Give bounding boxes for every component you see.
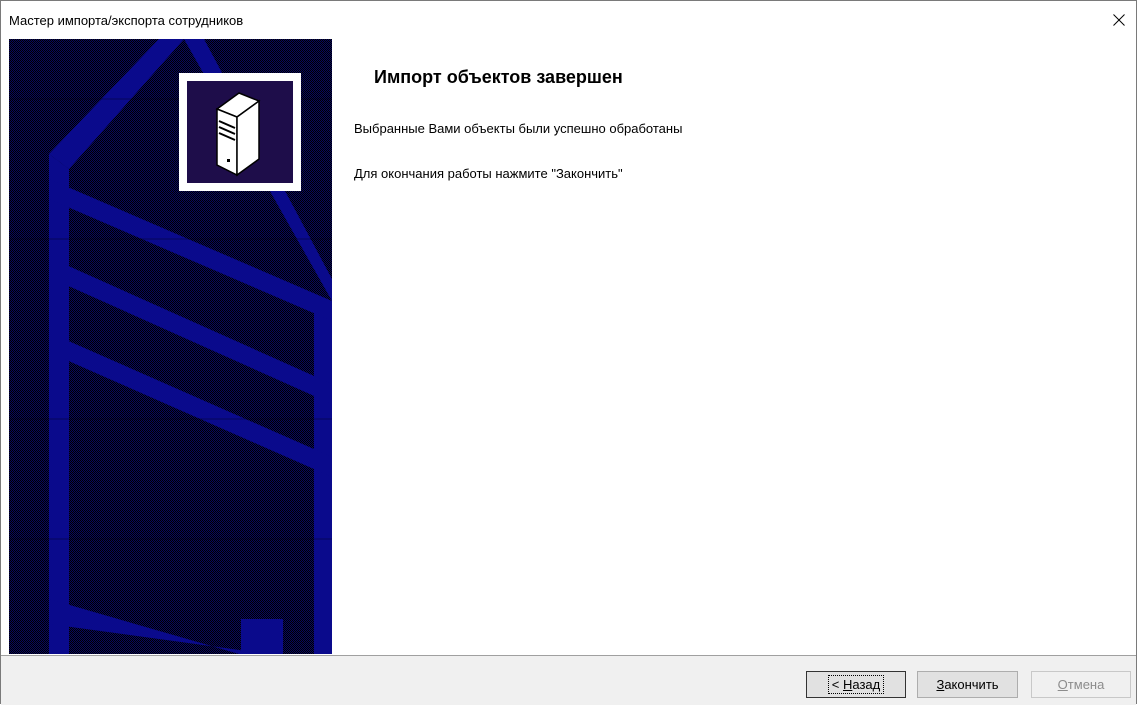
back-button-label: < Назад bbox=[827, 675, 885, 694]
finish-button[interactable]: Закончить bbox=[917, 671, 1018, 698]
close-icon bbox=[1113, 14, 1125, 26]
status-message: Выбранные Вами объекты были успешно обра… bbox=[354, 121, 683, 136]
window-title: Мастер импорта/экспорта сотрудников bbox=[9, 13, 244, 28]
server-tower-icon bbox=[215, 92, 261, 177]
cancel-button-label: Отмена bbox=[1057, 677, 1105, 692]
wizard-logo bbox=[179, 73, 301, 191]
close-button[interactable] bbox=[1102, 1, 1136, 39]
wizard-window: Мастер импорта/экспорта сотрудников Импо… bbox=[0, 0, 1137, 705]
instruction-message: Для окончания работы нажмите "Закончить" bbox=[354, 166, 623, 181]
back-button[interactable]: < Назад bbox=[806, 671, 906, 698]
finish-button-label: Закончить bbox=[936, 677, 999, 692]
wizard-content: Импорт объектов завершен Выбранные Вами … bbox=[332, 39, 1136, 654]
page-title: Импорт объектов завершен bbox=[374, 67, 623, 87]
title-bar: Мастер импорта/экспорта сотрудников bbox=[1, 1, 1136, 39]
wizard-side-banner bbox=[9, 39, 332, 654]
wizard-footer: < Назад Закончить Отмена bbox=[1, 655, 1136, 705]
cancel-button[interactable]: Отмена bbox=[1031, 671, 1131, 698]
